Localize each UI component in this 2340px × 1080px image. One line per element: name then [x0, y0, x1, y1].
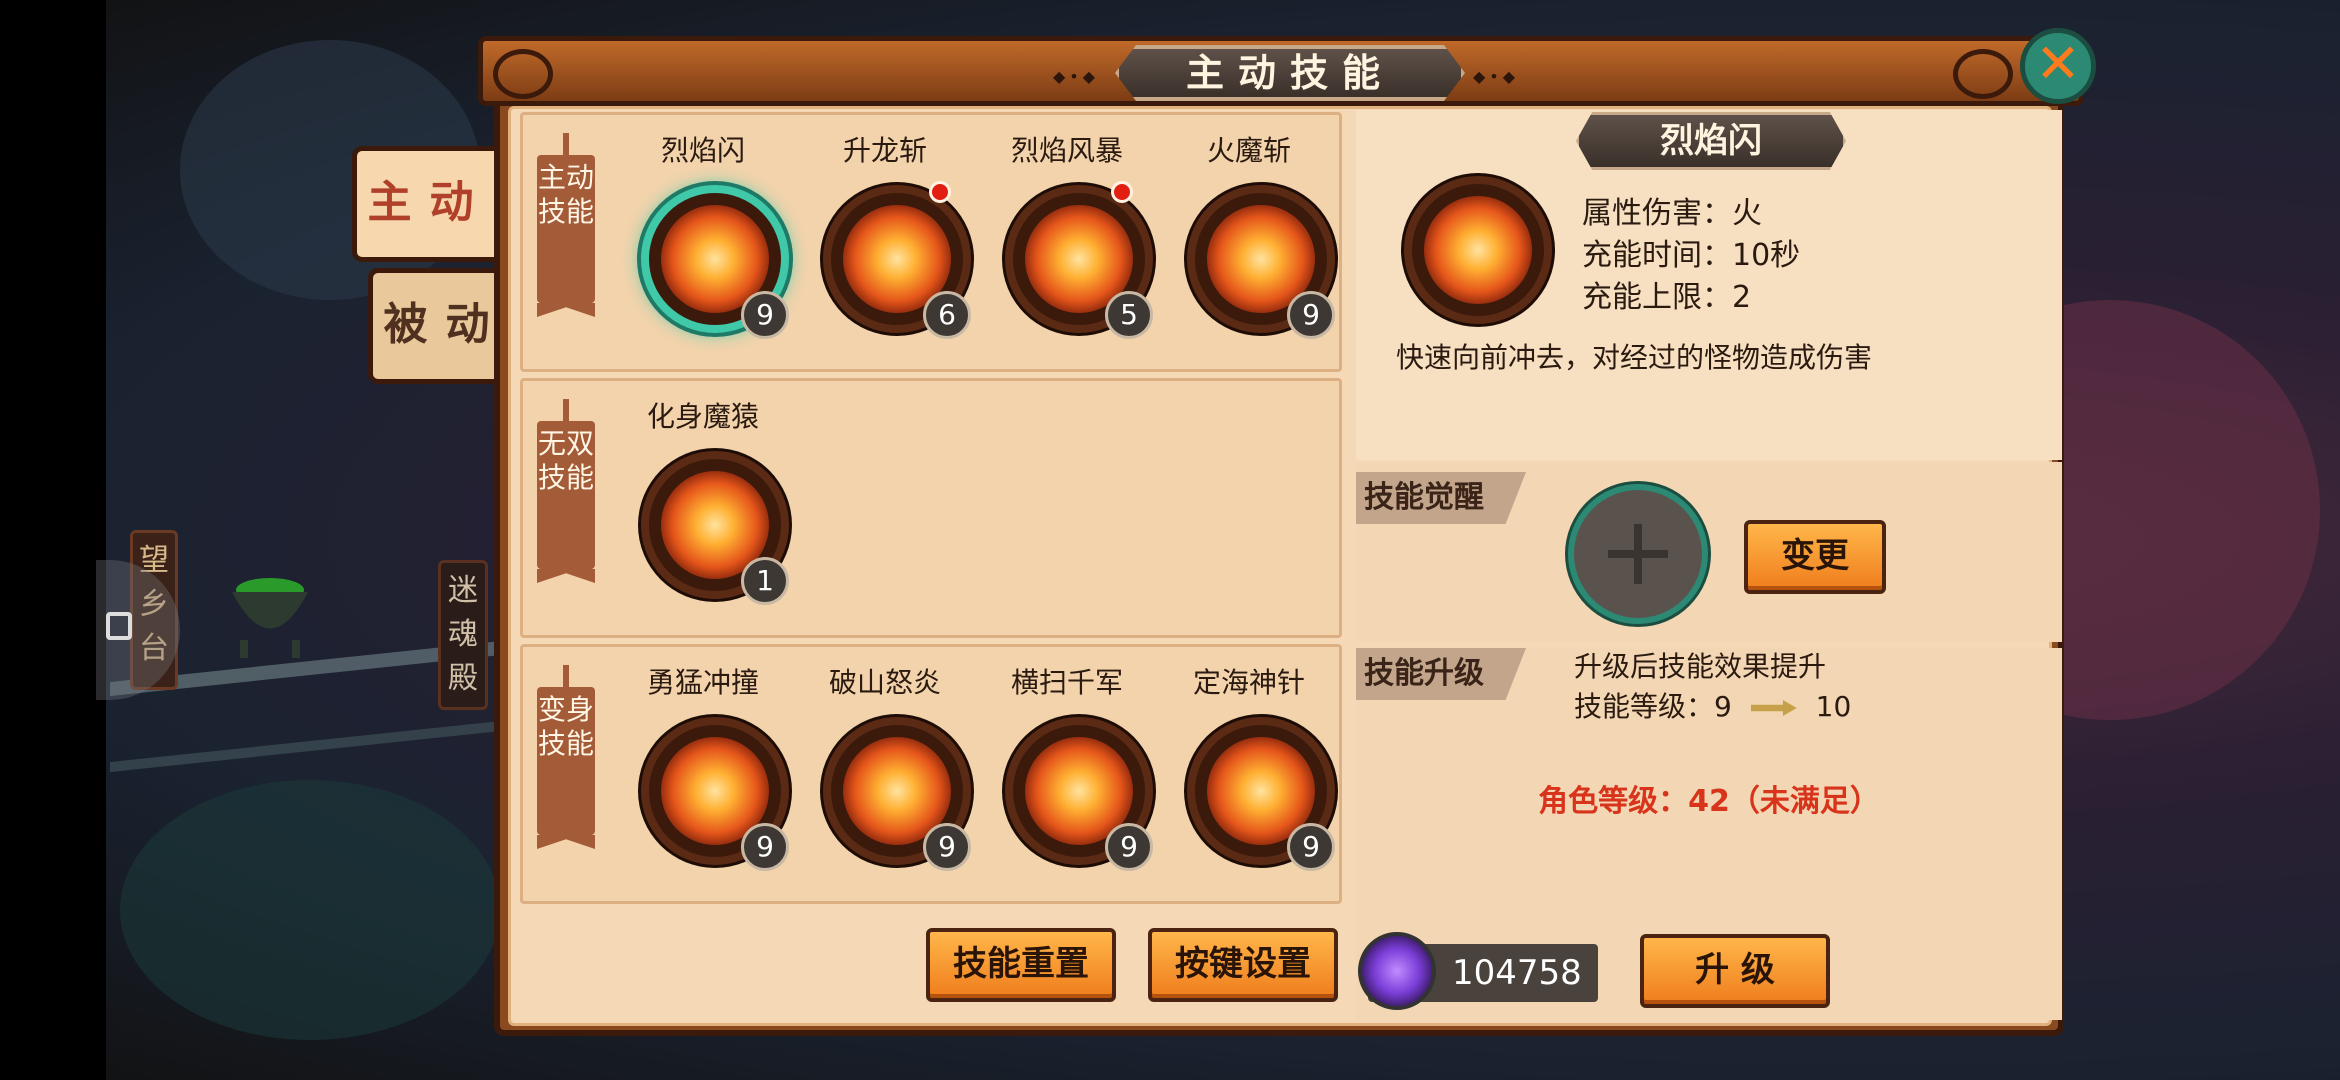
cauldron-icon — [210, 570, 330, 660]
skill-slot[interactable]: 火魔斩 9 — [1169, 133, 1335, 339]
skill-level-badge: 9 — [741, 823, 789, 871]
close-button[interactable]: ✕ — [2020, 28, 2096, 104]
skill-slot[interactable]: 破山怒炎 9 — [805, 665, 971, 871]
currency-amount: 104758 — [1452, 953, 1582, 993]
next-skill-level: 10 — [1815, 690, 1852, 723]
group-label-unrivaled: 无双技能 — [537, 399, 595, 569]
skill-level-badge: 9 — [1287, 823, 1335, 871]
fire-dash-icon — [1404, 176, 1552, 324]
screen-letterbox — [0, 0, 106, 1080]
keybind-settings-button[interactable]: 按键设置 — [1148, 928, 1338, 1002]
skill-name: 破山怒炎 — [828, 666, 941, 699]
skill-name: 化身魔猿 — [646, 400, 759, 433]
upgrade-effect-text: 升级后技能效果提升 — [1574, 650, 1827, 683]
group-transform-skills: 变身技能 勇猛冲撞 9 破山怒炎 9 横扫千军 9 定海神针 9 — [520, 644, 1342, 904]
skill-name: 横扫千军 — [1010, 666, 1123, 699]
group-active-skills: 主动技能 烈焰闪 9 升龙斩 6 烈焰风暴 5 火魔斩 9 — [520, 112, 1342, 372]
skill-name: 烈焰闪 — [660, 134, 745, 167]
close-icon: ✕ — [2035, 32, 2081, 95]
group-label-transform: 变身技能 — [537, 665, 595, 835]
skill-level-badge: 9 — [1105, 823, 1153, 871]
section-title-awaken: 技能觉醒 — [1356, 472, 1526, 524]
skill-reset-button[interactable]: 技能重置 — [926, 928, 1116, 1002]
notification-dot — [929, 181, 951, 203]
panel-title-bar: ◆•◆ ◆•◆ 主动技能 — [478, 36, 2084, 106]
page-title: 主动技能 — [1185, 50, 1394, 95]
skill-name: 定海神针 — [1192, 666, 1305, 699]
currency-display: 104758 — [1358, 932, 1598, 1010]
skill-slot[interactable]: 勇猛冲撞 9 — [623, 665, 789, 871]
skill-level-badge: 9 — [741, 291, 789, 339]
selected-skill-title: 烈焰闪 — [1576, 112, 1846, 170]
title-plate: 主动技能 — [1115, 45, 1465, 101]
skill-slot[interactable]: 升龙斩 6 — [805, 133, 971, 339]
skill-name: 烈焰风暴 — [1010, 134, 1123, 167]
skill-level-progress: 技能等级：9 10 — [1574, 688, 1851, 726]
upgrade-button[interactable]: 升 级 — [1640, 934, 1830, 1008]
skill-level-badge: 6 — [923, 291, 971, 339]
skill-slot[interactable]: 化身魔猿 1 — [623, 399, 789, 605]
skill-info: 烈焰闪 属性伤害：火 充能时间：10秒 充能上限：2 快速向前冲去，对经过的怪物… — [1356, 110, 2062, 460]
skill-level-badge: 9 — [923, 823, 971, 871]
skill-level-badge: 5 — [1105, 291, 1153, 339]
skill-description: 快速向前冲去，对经过的怪物造成伤害 — [1396, 341, 1873, 374]
skill-level-badge: 9 — [1287, 291, 1335, 339]
scroll-ornament-icon — [1953, 49, 2013, 99]
skill-level-badge: 1 — [741, 557, 789, 605]
lock-icon — [106, 612, 132, 640]
skill-slot[interactable]: 定海神针 9 — [1169, 665, 1335, 871]
title-ornament: ◆•◆ — [1473, 67, 1520, 86]
skill-name: 升龙斩 — [842, 134, 927, 167]
group-label-active: 主动技能 — [537, 133, 595, 303]
spirit-orb-icon — [1358, 932, 1436, 1010]
notification-dot — [1111, 181, 1133, 203]
section-title-upgrade: 技能升级 — [1356, 648, 1526, 700]
awaken-add-slot[interactable] — [1568, 484, 1708, 624]
skill-slot[interactable]: 烈焰风暴 5 — [987, 133, 1153, 339]
title-ornament: ◆•◆ — [1053, 67, 1100, 86]
skill-name: 火魔斩 — [1206, 134, 1291, 167]
skill-slot[interactable]: 横扫千军 9 — [987, 665, 1153, 871]
plus-icon — [1634, 524, 1642, 584]
current-skill-level: 技能等级：9 — [1574, 690, 1732, 723]
skill-awaken-section: 技能觉醒 变更 — [1356, 462, 2062, 642]
group-unrivaled-skills: 无双技能 化身魔猿 1 — [520, 378, 1342, 638]
skill-name: 勇猛冲撞 — [646, 666, 759, 699]
skill-slot[interactable]: 烈焰闪 9 — [623, 133, 789, 339]
attribute-damage: 属性伤害：火 — [1582, 196, 1762, 231]
arrow-right-icon — [1750, 700, 1797, 716]
attribute-charge-time: 充能时间：10秒 — [1582, 238, 1801, 273]
attribute-charge-limit: 充能上限：2 — [1582, 280, 1752, 315]
scroll-ornament-icon — [493, 49, 553, 99]
level-requirement: 角色等级：42（未满足） — [1538, 784, 1880, 819]
skill-detail-panel: 烈焰闪 属性伤害：火 充能时间：10秒 充能上限：2 快速向前冲去，对经过的怪物… — [1356, 110, 2062, 1020]
scene-cloud — [120, 780, 500, 1040]
change-button[interactable]: 变更 — [1744, 520, 1886, 594]
